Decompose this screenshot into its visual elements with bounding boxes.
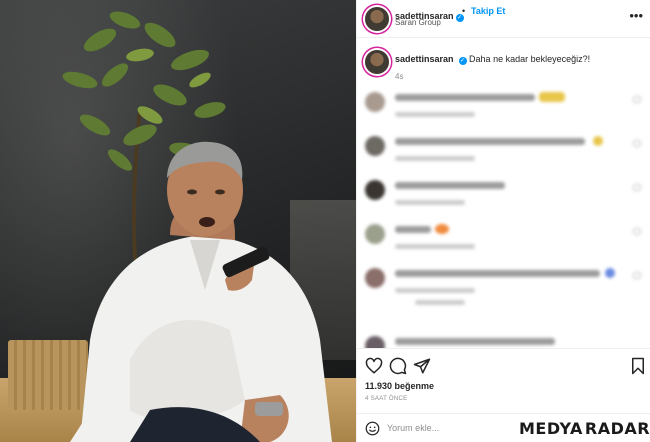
comment-item: [357, 218, 650, 262]
comment-item: [357, 130, 650, 174]
comment-avatar: [365, 268, 385, 288]
comment-avatar: [365, 224, 385, 244]
action-bar: [357, 348, 650, 382]
comment-text-blurred: [395, 270, 600, 277]
comment-emoji-blurred: [539, 92, 565, 102]
bookmark-icon[interactable]: [629, 357, 647, 375]
comment-item: [357, 174, 650, 218]
emoji-icon[interactable]: [365, 421, 380, 436]
comment-emoji-blurred: [593, 136, 603, 146]
comment-avatar: [365, 92, 385, 112]
comment-text-blurred: [395, 338, 555, 345]
comment-text-blurred: [395, 138, 585, 145]
comment-icon[interactable]: [389, 357, 407, 375]
comment-list[interactable]: [357, 86, 650, 348]
comment-text-blurred: [395, 94, 535, 101]
comment-item: [357, 330, 650, 348]
comment-avatar: [365, 336, 385, 348]
comment-avatar: [365, 180, 385, 200]
comment-avatar: [365, 136, 385, 156]
medyaradar-watermark: MEDYA RADAR: [515, 414, 650, 442]
comment-item: [357, 86, 650, 130]
comment-meta-blurred: [395, 200, 465, 205]
post-timestamp[interactable]: 4 SAAT ÖNCE: [365, 396, 407, 402]
author-avatar[interactable]: [365, 7, 389, 31]
comment-like-icon: [633, 272, 641, 279]
caption-avatar[interactable]: [365, 50, 389, 74]
watermark-text-left: MEDYA: [519, 418, 583, 438]
comment-like-icon: [633, 228, 641, 235]
heart-icon[interactable]: [365, 357, 383, 375]
comment-like-icon: [633, 140, 641, 147]
comment-meta-blurred: [395, 288, 475, 293]
man-on-phone-illustration: [70, 141, 332, 442]
more-options-icon[interactable]: •••: [629, 8, 643, 23]
post-header: sadettinsaran ✓ • Takip Et Saran Group ••…: [357, 0, 650, 38]
comment-meta-blurred: [395, 244, 475, 249]
comment-replies-blurred: [415, 300, 465, 305]
comment-emoji-blurred: [435, 224, 449, 234]
comment-like-icon: [633, 96, 641, 103]
caption: sadettinsaran ✓ Daha ne kadar bekleyeceği…: [357, 44, 650, 84]
comment-item: [357, 262, 650, 306]
comment-emoji-blurred: [605, 268, 615, 278]
like-count[interactable]: 11.930 beğenme: [365, 381, 434, 391]
verified-badge-icon: ✓: [458, 57, 467, 65]
comment-meta-blurred: [395, 156, 475, 161]
follow-button[interactable]: Takip Et: [471, 6, 505, 16]
share-icon[interactable]: [413, 357, 431, 375]
author-subtitle[interactable]: Saran Group: [395, 18, 441, 27]
comment-meta-blurred: [395, 112, 475, 117]
caption-username[interactable]: sadettinsaran: [395, 54, 454, 64]
comment-text-blurred: [395, 226, 431, 233]
comment-input[interactable]: [387, 420, 507, 436]
comment-like-icon: [633, 184, 641, 191]
caption-text: Daha ne kadar bekleyeceğiz?!: [469, 54, 591, 64]
post-photo[interactable]: [0, 0, 356, 442]
watermark-text-right: RADAR: [584, 418, 650, 438]
comment-text-blurred: [395, 182, 505, 189]
separator-dot: •: [462, 6, 466, 16]
post-sidebar: sadettinsaran ✓ • Takip Et Saran Group ••…: [356, 0, 650, 442]
caption-time: 4s: [395, 72, 404, 81]
caption-text-line: sadettinsaran ✓ Daha ne kadar bekleyeceği…: [395, 54, 590, 65]
